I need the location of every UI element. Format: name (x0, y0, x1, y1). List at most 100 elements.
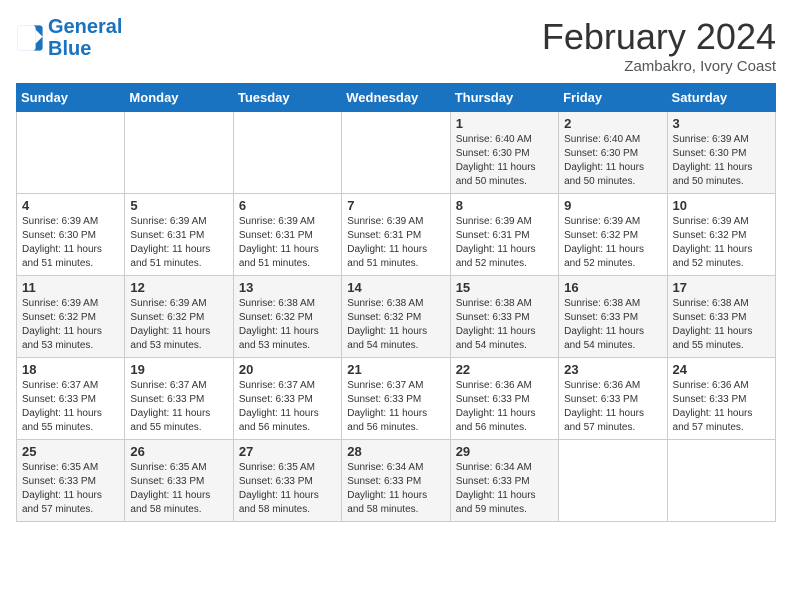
calendar-cell: 6Sunrise: 6:39 AM Sunset: 6:31 PM Daylig… (233, 194, 341, 276)
day-info: Sunrise: 6:40 AM Sunset: 6:30 PM Dayligh… (564, 133, 661, 189)
day-info: Sunrise: 6:39 AM Sunset: 6:32 PM Dayligh… (22, 297, 119, 353)
calendar-cell: 26 Sunrise: 6:35 AM Sunset: 6:33 PM Dayli… (125, 440, 233, 522)
calendar-title: February 2024 (542, 16, 776, 58)
day-number: 17 (673, 280, 770, 295)
calendar-cell: 12 Sunrise: 6:39 AM Sunset: 6:32 PM Dayli… (125, 276, 233, 358)
calendar-week-5: 25 Sunrise: 6:35 AM Sunset: 6:33 PM Dayli… (17, 440, 776, 522)
page-header: General Blue February 2024 Zambakro, Ivo… (16, 16, 776, 75)
logo-icon (16, 24, 44, 52)
calendar-cell: 13 Sunrise: 6:38 AM Sunset: 6:32 PM Dayli… (233, 276, 341, 358)
day-info: Sunrise: 6:39 AM Sunset: 6:31 PM Dayligh… (130, 215, 227, 271)
day-info: Sunrise: 6:37 AM Sunset: 6:33 PM Dayligh… (130, 379, 227, 435)
day-info: Sunrise: 6:38 AM Sunset: 6:32 PM Dayligh… (347, 297, 444, 353)
calendar-cell: 14 Sunrise: 6:38 AM Sunset: 6:32 PM Dayli… (342, 276, 450, 358)
day-number: 7 (347, 198, 444, 213)
calendar-table: SundayMondayTuesdayWednesdayThursdayFrid… (16, 83, 776, 522)
calendar-cell: 1 Sunrise: 6:40 AM Sunset: 6:30 PM Daylig… (450, 112, 558, 194)
day-number: 23 (564, 362, 661, 377)
calendar-week-3: 11Sunrise: 6:39 AM Sunset: 6:32 PM Dayli… (17, 276, 776, 358)
calendar-cell: 29 Sunrise: 6:34 AM Sunset: 6:33 PM Dayli… (450, 440, 558, 522)
day-number: 29 (456, 444, 553, 459)
calendar-cell: 20Sunrise: 6:37 AM Sunset: 6:33 PM Dayli… (233, 358, 341, 440)
day-number: 25 (22, 444, 119, 459)
day-number: 28 (347, 444, 444, 459)
calendar-cell: 11Sunrise: 6:39 AM Sunset: 6:32 PM Dayli… (17, 276, 125, 358)
calendar-cell: 9 Sunrise: 6:39 AM Sunset: 6:32 PM Daylig… (559, 194, 667, 276)
day-number: 8 (456, 198, 553, 213)
day-number: 18 (22, 362, 119, 377)
calendar-cell: 18Sunrise: 6:37 AM Sunset: 6:33 PM Dayli… (17, 358, 125, 440)
day-info: Sunrise: 6:37 AM Sunset: 6:33 PM Dayligh… (239, 379, 336, 435)
calendar-cell: 8 Sunrise: 6:39 AM Sunset: 6:31 PM Daylig… (450, 194, 558, 276)
day-info: Sunrise: 6:38 AM Sunset: 6:33 PM Dayligh… (456, 297, 553, 353)
day-info: Sunrise: 6:35 AM Sunset: 6:33 PM Dayligh… (130, 461, 227, 517)
logo-text: General Blue (48, 16, 122, 60)
calendar-cell (233, 112, 341, 194)
logo: General Blue (16, 16, 122, 60)
logo-line1: General (48, 16, 122, 38)
day-number: 15 (456, 280, 553, 295)
day-number: 9 (564, 198, 661, 213)
day-number: 12 (130, 280, 227, 295)
calendar-body: 1 Sunrise: 6:40 AM Sunset: 6:30 PM Daylig… (17, 112, 776, 522)
day-info: Sunrise: 6:39 AM Sunset: 6:31 PM Dayligh… (347, 215, 444, 271)
title-block: February 2024 Zambakro, Ivory Coast (542, 16, 776, 75)
day-info: Sunrise: 6:40 AM Sunset: 6:30 PM Dayligh… (456, 133, 553, 189)
weekday-header-row: SundayMondayTuesdayWednesdayThursdayFrid… (17, 84, 776, 112)
calendar-cell (125, 112, 233, 194)
day-info: Sunrise: 6:39 AM Sunset: 6:32 PM Dayligh… (564, 215, 661, 271)
day-info: Sunrise: 6:38 AM Sunset: 6:33 PM Dayligh… (673, 297, 770, 353)
day-number: 10 (673, 198, 770, 213)
day-number: 24 (673, 362, 770, 377)
calendar-cell: 23 Sunrise: 6:36 AM Sunset: 6:33 PM Dayli… (559, 358, 667, 440)
calendar-cell: 17 Sunrise: 6:38 AM Sunset: 6:33 PM Dayli… (667, 276, 775, 358)
day-number: 16 (564, 280, 661, 295)
day-number: 13 (239, 280, 336, 295)
day-info: Sunrise: 6:34 AM Sunset: 6:33 PM Dayligh… (456, 461, 553, 517)
weekday-header-saturday: Saturday (667, 84, 775, 112)
day-info: Sunrise: 6:38 AM Sunset: 6:33 PM Dayligh… (564, 297, 661, 353)
calendar-header: SundayMondayTuesdayWednesdayThursdayFrid… (17, 84, 776, 112)
calendar-cell: 19 Sunrise: 6:37 AM Sunset: 6:33 PM Dayli… (125, 358, 233, 440)
day-info: Sunrise: 6:39 AM Sunset: 6:30 PM Dayligh… (673, 133, 770, 189)
day-info: Sunrise: 6:36 AM Sunset: 6:33 PM Dayligh… (564, 379, 661, 435)
weekday-header-sunday: Sunday (17, 84, 125, 112)
day-info: Sunrise: 6:38 AM Sunset: 6:32 PM Dayligh… (239, 297, 336, 353)
day-number: 4 (22, 198, 119, 213)
calendar-subtitle: Zambakro, Ivory Coast (542, 58, 776, 75)
calendar-week-1: 1 Sunrise: 6:40 AM Sunset: 6:30 PM Daylig… (17, 112, 776, 194)
calendar-cell: 7 Sunrise: 6:39 AM Sunset: 6:31 PM Daylig… (342, 194, 450, 276)
day-info: Sunrise: 6:36 AM Sunset: 6:33 PM Dayligh… (673, 379, 770, 435)
day-number: 5 (130, 198, 227, 213)
day-number: 26 (130, 444, 227, 459)
day-info: Sunrise: 6:39 AM Sunset: 6:31 PM Dayligh… (239, 215, 336, 271)
calendar-cell: 4Sunrise: 6:39 AM Sunset: 6:30 PM Daylig… (17, 194, 125, 276)
day-number: 3 (673, 116, 770, 131)
calendar-cell (667, 440, 775, 522)
logo-line2: Blue (48, 38, 91, 60)
weekday-header-thursday: Thursday (450, 84, 558, 112)
calendar-cell: 5 Sunrise: 6:39 AM Sunset: 6:31 PM Daylig… (125, 194, 233, 276)
day-number: 2 (564, 116, 661, 131)
calendar-cell: 25Sunrise: 6:35 AM Sunset: 6:33 PM Dayli… (17, 440, 125, 522)
calendar-cell: 22 Sunrise: 6:36 AM Sunset: 6:33 PM Dayli… (450, 358, 558, 440)
calendar-cell: 28 Sunrise: 6:34 AM Sunset: 6:33 PM Dayli… (342, 440, 450, 522)
calendar-cell (559, 440, 667, 522)
day-number: 19 (130, 362, 227, 377)
day-number: 21 (347, 362, 444, 377)
day-number: 22 (456, 362, 553, 377)
day-info: Sunrise: 6:36 AM Sunset: 6:33 PM Dayligh… (456, 379, 553, 435)
weekday-header-tuesday: Tuesday (233, 84, 341, 112)
day-number: 1 (456, 116, 553, 131)
day-info: Sunrise: 6:39 AM Sunset: 6:32 PM Dayligh… (130, 297, 227, 353)
day-info: Sunrise: 6:37 AM Sunset: 6:33 PM Dayligh… (347, 379, 444, 435)
calendar-cell (17, 112, 125, 194)
day-number: 14 (347, 280, 444, 295)
calendar-cell: 3 Sunrise: 6:39 AM Sunset: 6:30 PM Daylig… (667, 112, 775, 194)
calendar-cell: 10Sunrise: 6:39 AM Sunset: 6:32 PM Dayli… (667, 194, 775, 276)
calendar-cell: 16 Sunrise: 6:38 AM Sunset: 6:33 PM Dayli… (559, 276, 667, 358)
calendar-cell: 21 Sunrise: 6:37 AM Sunset: 6:33 PM Dayli… (342, 358, 450, 440)
day-number: 27 (239, 444, 336, 459)
day-info: Sunrise: 6:34 AM Sunset: 6:33 PM Dayligh… (347, 461, 444, 517)
day-info: Sunrise: 6:39 AM Sunset: 6:31 PM Dayligh… (456, 215, 553, 271)
